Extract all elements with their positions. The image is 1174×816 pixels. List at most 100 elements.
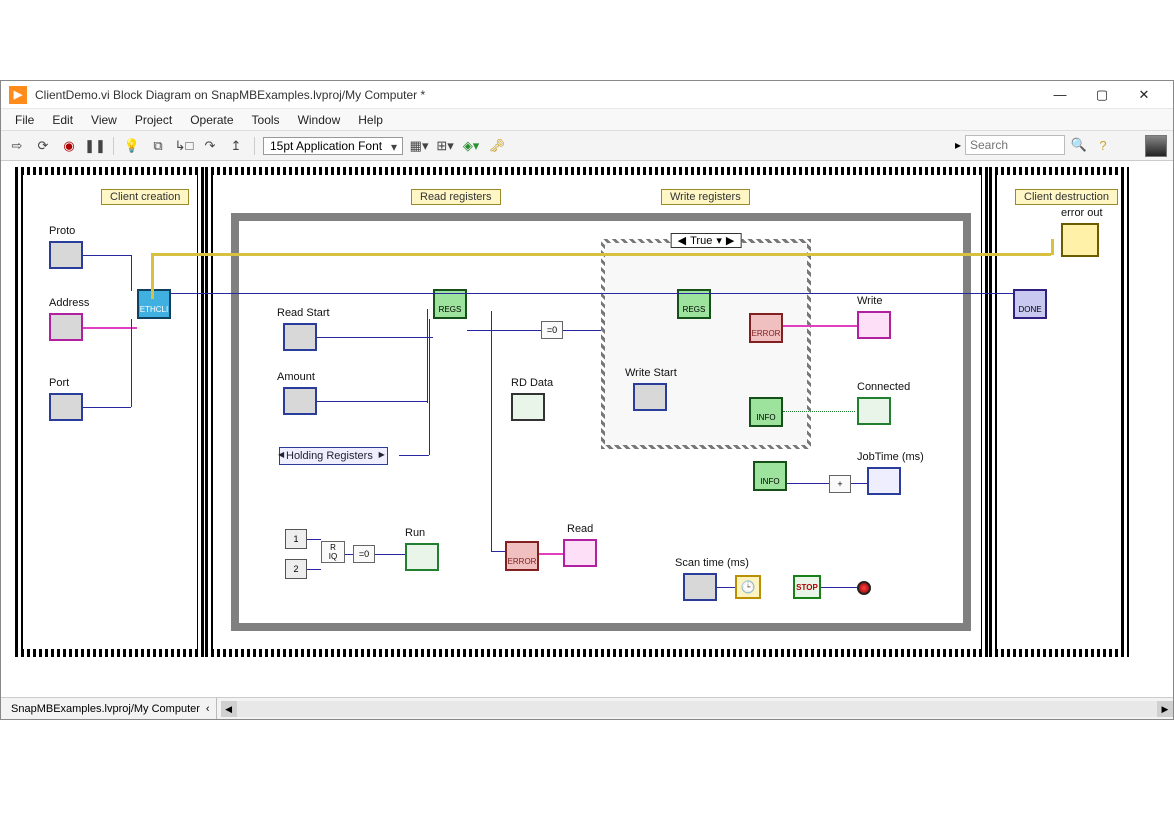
case-prev-icon[interactable]: ◀ <box>678 234 686 247</box>
ring-holding-registers[interactable]: Holding Registers <box>279 447 388 465</box>
step-over-button[interactable]: ↷ <box>200 136 220 156</box>
toolbar: ⇨ ⟳ ◉ ❚❚ 💡 ⧉ ↳□ ↷ ↥ 15pt Application Fon… <box>1 131 1173 161</box>
case-selector[interactable]: ◀ True ▾ ▶ <box>671 233 742 248</box>
search-chevron-icon[interactable]: ▸ <box>955 138 961 152</box>
retain-wires-button[interactable]: ⧉ <box>148 136 168 156</box>
search-icon[interactable]: 🔍 <box>1069 135 1089 155</box>
subvi-error-case[interactable]: ERROR <box>749 313 783 343</box>
wire-error-v2 <box>1051 239 1054 255</box>
align-button[interactable]: ▦▾ <box>409 136 429 156</box>
help-icon[interactable]: ? <box>1093 135 1113 155</box>
case-value: True <box>690 235 712 247</box>
menu-operate[interactable]: Operate <box>182 111 241 129</box>
project-breadcrumb[interactable]: SnapMBExamples.lvproj/My Computer ‹ <box>5 698 217 719</box>
frame-label-write-registers: Write registers <box>661 189 750 205</box>
subvi-error-read[interactable]: ERROR <box>505 541 539 571</box>
label-write-start: Write Start <box>625 367 677 379</box>
run-continuous-button[interactable]: ⟳ <box>33 136 53 156</box>
case-dropdown-icon[interactable]: ▾ <box>716 234 722 247</box>
window-title: ClientDemo.vi Block Diagram on SnapMBExa… <box>35 88 1039 102</box>
frame-label-client-destruction: Client destruction <box>1015 189 1118 205</box>
wait-ms-node[interactable]: 🕒 <box>735 575 761 599</box>
reorder-button[interactable]: ◈▾ <box>461 136 481 156</box>
control-address[interactable] <box>49 313 83 341</box>
wire-quot-in2 <box>307 569 321 570</box>
horizontal-scrollbar[interactable] <box>221 701 1173 717</box>
label-rd-data: RD Data <box>511 377 553 389</box>
statusbar: SnapMBExamples.lvproj/My Computer ‹ <box>1 697 1173 719</box>
step-into-button[interactable]: ↳□ <box>174 136 194 156</box>
equal-zero-node[interactable]: =0 <box>541 321 563 339</box>
menu-file[interactable]: File <box>7 111 42 129</box>
close-button[interactable]: ✕ <box>1123 81 1165 109</box>
wire-scantime <box>717 587 735 588</box>
cleanup-button[interactable]: 🗝 <box>487 136 507 156</box>
loop-stop-terminal[interactable] <box>857 581 871 595</box>
control-amount[interactable] <box>283 387 317 415</box>
search-wrap: ▸ 🔍 ? <box>955 135 1113 155</box>
step-out-button[interactable]: ↥ <box>226 136 246 156</box>
quotient-remainder-node[interactable]: RIQ <box>321 541 345 563</box>
menu-view[interactable]: View <box>83 111 125 129</box>
control-write-start[interactable] <box>633 383 667 411</box>
wire-jobtime2 <box>851 483 867 484</box>
run-button[interactable]: ⇨ <box>7 136 27 156</box>
subvi-info-jobtime[interactable]: INFO <box>753 461 787 491</box>
wire-jobtime <box>787 483 829 484</box>
label-run: Run <box>405 527 425 539</box>
distribute-button[interactable]: ⊞▾ <box>435 136 455 156</box>
const-one[interactable]: 1 <box>285 529 307 549</box>
frame-label-client-creation: Client creation <box>101 189 189 205</box>
case-next-icon[interactable]: ▶ <box>726 234 734 247</box>
pause-button[interactable]: ❚❚ <box>85 136 105 156</box>
label-port: Port <box>49 377 69 389</box>
menu-project[interactable]: Project <box>127 111 180 129</box>
wire-holding-v <box>429 319 430 455</box>
maximize-button[interactable]: ▢ <box>1081 81 1123 109</box>
control-proto[interactable] <box>49 241 83 269</box>
menu-help[interactable]: Help <box>350 111 391 129</box>
menubar: File Edit View Project Operate Tools Win… <box>1 109 1173 131</box>
control-port[interactable] <box>49 393 83 421</box>
block-diagram-canvas[interactable]: Client creation Read registers Write reg… <box>1 161 1173 719</box>
subvi-done[interactable]: DONE <box>1013 289 1047 319</box>
control-scan-time[interactable] <box>683 573 717 601</box>
indicator-write[interactable] <box>857 311 891 339</box>
stop-button[interactable]: STOP <box>793 575 821 599</box>
separator-icon <box>113 137 114 155</box>
abort-button[interactable]: ◉ <box>59 136 79 156</box>
add-node[interactable]: + <box>829 475 851 493</box>
wire-connected <box>783 411 855 412</box>
indicator-run[interactable] <box>405 543 439 571</box>
indicator-rd-data[interactable] <box>511 393 545 421</box>
wire-amount <box>317 401 427 402</box>
wire-proto-v <box>131 255 132 291</box>
minimize-button[interactable]: — <box>1039 81 1081 109</box>
equal-zero-run[interactable]: =0 <box>353 545 375 563</box>
titlebar: ▶ ClientDemo.vi Block Diagram on SnapMBE… <box>1 81 1173 109</box>
menu-window[interactable]: Window <box>290 111 349 129</box>
frame-client-destruction[interactable]: Client destruction <box>989 167 1129 657</box>
highlight-exec-button[interactable]: 💡 <box>122 136 142 156</box>
menu-tools[interactable]: Tools <box>244 111 288 129</box>
indicator-connected[interactable] <box>857 397 891 425</box>
wire-eq0-out <box>563 330 601 331</box>
app-icon: ▶ <box>9 86 27 104</box>
wire-read-str <box>539 553 563 555</box>
const-two[interactable]: 2 <box>285 559 307 579</box>
subvi-ethcli[interactable]: ETHCLI <box>137 289 171 319</box>
menu-edit[interactable]: Edit <box>44 111 81 129</box>
label-read: Read <box>567 523 593 535</box>
vi-icon[interactable] <box>1145 135 1167 157</box>
indicator-read[interactable] <box>563 539 597 567</box>
label-jobtime: JobTime (ms) <box>857 451 924 463</box>
indicator-error-out[interactable] <box>1061 223 1099 257</box>
label-connected: Connected <box>857 381 910 393</box>
indicator-jobtime[interactable] <box>867 467 901 495</box>
search-input[interactable] <box>965 135 1065 155</box>
frame-client-creation[interactable]: Client creation <box>15 167 205 657</box>
control-read-start[interactable] <box>283 323 317 351</box>
breadcrumb-chevron-icon[interactable]: ‹ <box>206 703 210 715</box>
subvi-info-case[interactable]: INFO <box>749 397 783 427</box>
font-selector[interactable]: 15pt Application Font <box>263 137 403 155</box>
